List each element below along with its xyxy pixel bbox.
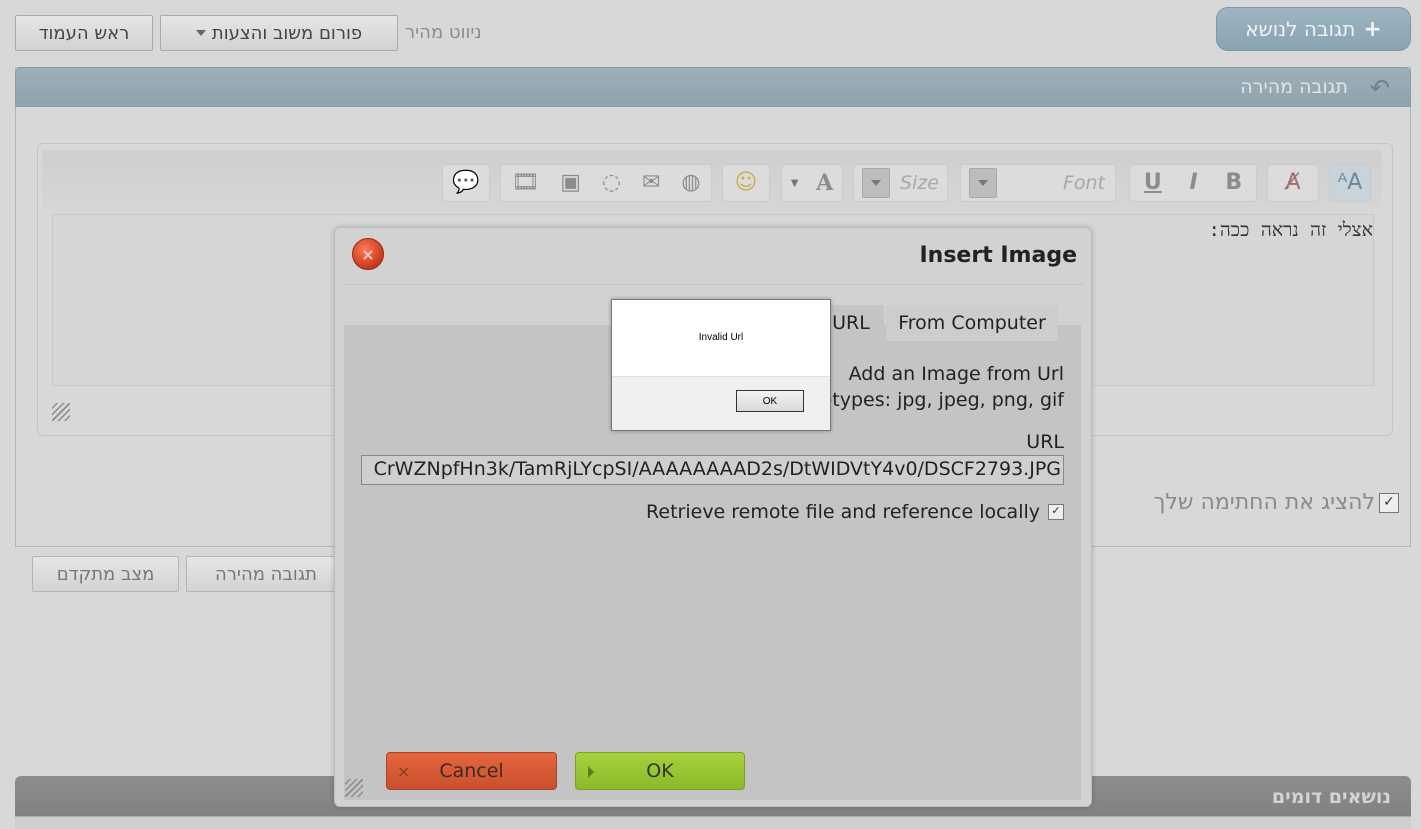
text-color-button[interactable]: ▼ A [781, 164, 843, 202]
retrieve-locally-checkbox[interactable]: ✓ [1048, 504, 1064, 520]
submit-quick-reply-button[interactable]: תגובה מהירה [186, 556, 346, 592]
cancel-button[interactable]: × Cancel [386, 752, 557, 790]
retrieve-locally-label: Retrieve remote file and reference local… [646, 501, 1040, 523]
close-icon: × [397, 762, 411, 781]
underline-button[interactable]: U [1144, 172, 1162, 194]
forum-select-label: פורום משוב והצעות [211, 22, 363, 44]
reply-to-topic-button[interactable]: + תגובה לנושא [1216, 7, 1411, 51]
add-from-url-text: Add an Image from Url [848, 363, 1064, 385]
filetypes-text: letypes: jpg, jpeg, png, gif [815, 389, 1064, 411]
smiley-icon: ☺ [734, 170, 758, 195]
alert-message: Invalid Url [698, 332, 744, 343]
advanced-mode-button[interactable]: מצב מתקדם [32, 556, 179, 592]
show-signature-row[interactable]: ✓ להציג את החתימה שלך [1154, 490, 1399, 515]
similar-topics-body [15, 816, 1411, 829]
alert-ok-button[interactable]: OK [736, 390, 804, 412]
unlink-icon[interactable]: ◌ [602, 172, 621, 194]
italic-button[interactable]: I [1189, 172, 1197, 194]
dialog-divider [343, 284, 1083, 285]
ok-button[interactable]: OK [575, 752, 745, 790]
email-icon[interactable]: ✉ [642, 172, 660, 194]
editor-content: אצלי זה נראה ככה: [1208, 219, 1373, 241]
chevron-down-icon [969, 168, 997, 198]
size-select[interactable]: Size [853, 164, 948, 202]
text-mode-icon: ᴬA [1337, 170, 1363, 195]
quick-reply-header: ↶ תגובה מהירה [15, 67, 1411, 107]
reply-to-topic-label: תגובה לנושא [1245, 17, 1356, 41]
retrieve-locally-row[interactable]: Retrieve remote file and reference local… [646, 501, 1064, 523]
quote-bubble-icon: 💬 [452, 170, 480, 195]
close-icon[interactable]: × [352, 238, 384, 270]
ok-label: OK [646, 760, 674, 782]
video-icon[interactable]: 🎞 [511, 172, 539, 194]
plus-icon: + [1363, 16, 1382, 42]
chevron-down-icon [195, 30, 206, 36]
image-icon[interactable]: ▣ [560, 172, 581, 194]
font-select-label: Font [1062, 172, 1105, 194]
link-globe-icon[interactable]: ◍ [681, 172, 700, 194]
text-style-group: U I B [1129, 164, 1257, 202]
show-signature-label: להציג את החתימה שלך [1153, 490, 1375, 515]
text-color-icon: A [816, 170, 834, 196]
size-select-label: Size [899, 172, 939, 194]
remove-format-icon: A̸ [1285, 170, 1301, 195]
url-label: URL [1026, 431, 1064, 453]
tab-from-computer[interactable]: From Computer [886, 305, 1058, 341]
font-select[interactable]: Font [960, 164, 1116, 202]
show-signature-checkbox[interactable]: ✓ [1379, 492, 1399, 513]
play-icon [588, 766, 594, 778]
insert-group: 🎞 ▣ ◌ ✉ ◍ [500, 164, 712, 202]
forum-select[interactable]: פורום משוב והצעות [160, 15, 398, 51]
remove-format-button[interactable]: A̸ [1267, 164, 1319, 202]
url-input[interactable]: CrWZNpfHn3k/TamRjLYcpSI/AAAAAAAAD2s/DtWI… [361, 455, 1064, 485]
switch-editor-mode-button[interactable]: ᴬA [1329, 164, 1371, 202]
page-top-button[interactable]: ראש העמוד [15, 15, 153, 51]
dialog-title: Insert Image [919, 243, 1077, 268]
quote-button[interactable]: 💬 [442, 164, 490, 202]
editor-resize-handle[interactable] [52, 403, 70, 421]
bold-button[interactable]: B [1225, 172, 1242, 194]
dialog-resize-handle[interactable] [345, 779, 363, 797]
chevron-down-icon [862, 168, 890, 198]
cancel-label: Cancel [439, 760, 504, 782]
quick-nav-label: ניווט מהיר [405, 22, 482, 43]
quick-reply-title: תגובה מהירה [1240, 76, 1348, 98]
chevron-down-icon: ▼ [790, 177, 799, 189]
url-value: CrWZNpfHn3k/TamRjLYcpSI/AAAAAAAAD2s/DtWI… [373, 458, 1061, 480]
smilies-button[interactable]: ☺ [722, 164, 770, 202]
reply-arrow-icon: ↶ [1369, 74, 1390, 102]
